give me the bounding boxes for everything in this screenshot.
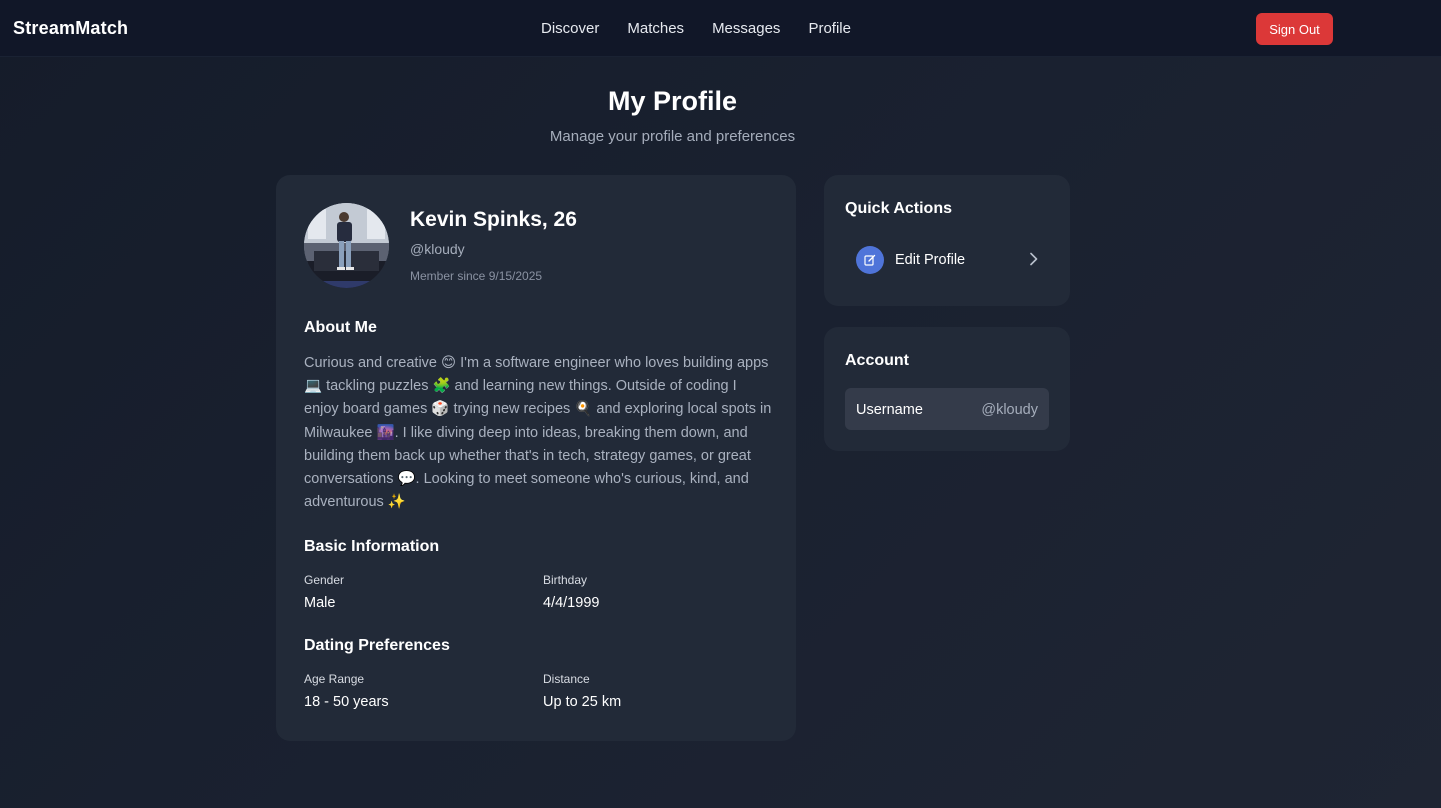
- page-title: My Profile: [607, 86, 738, 116]
- gender-value: Male: [304, 595, 336, 611]
- profile-name-age: Kevin Spinks, 26: [410, 208, 577, 231]
- avatar: [304, 203, 389, 288]
- top-navbar: StreamMatch Discover Matches Messages Pr…: [0, 0, 1441, 57]
- birthday-value: 4/4/1999: [543, 595, 600, 611]
- sign-out-button[interactable]: Sign Out: [1256, 13, 1333, 45]
- brand-logo[interactable]: StreamMatch: [13, 18, 128, 39]
- member-since: Member since 9/15/2025: [410, 269, 543, 283]
- edit-pencil-icon: [856, 246, 884, 274]
- nav-links: Discover Matches Messages Profile: [541, 20, 879, 37]
- edit-profile-button[interactable]: Edit Profile: [845, 238, 1049, 282]
- page-subtitle: Manage your profile and preferences: [549, 128, 796, 145]
- distance-value: Up to 25 km: [543, 694, 622, 710]
- account-heading: Account: [845, 352, 909, 369]
- about-me-heading: About Me: [304, 319, 377, 336]
- account-card: Account Username @kloudy: [824, 327, 1070, 451]
- profile-card: Kevin Spinks, 26 @kloudy Member since 9/…: [276, 175, 796, 741]
- profile-handle: @kloudy: [410, 241, 465, 257]
- nav-item-matches[interactable]: Matches: [627, 20, 684, 37]
- nav-item-profile[interactable]: Profile: [808, 20, 851, 37]
- username-row: Username @kloudy: [845, 388, 1049, 430]
- nav-item-discover[interactable]: Discover: [541, 20, 599, 37]
- birthday-label: Birthday: [543, 573, 588, 587]
- quick-actions-card: Quick Actions Edit Profile: [824, 175, 1070, 306]
- dating-preferences-heading: Dating Preferences: [304, 637, 450, 654]
- age-range-label: Age Range: [304, 672, 365, 686]
- avatar-photo: [304, 203, 389, 288]
- gender-label: Gender: [304, 573, 345, 587]
- chevron-right-icon: [1029, 252, 1039, 271]
- quick-actions-heading: Quick Actions: [845, 200, 952, 217]
- basic-info-heading: Basic Information: [304, 538, 440, 555]
- username-value: @kloudy: [981, 402, 1038, 418]
- nav-item-messages[interactable]: Messages: [712, 20, 780, 37]
- age-range-value: 18 - 50 years: [304, 694, 389, 710]
- username-label: Username: [856, 402, 923, 418]
- about-me-text: Curious and creative 😊 I'm a software en…: [304, 355, 772, 511]
- edit-profile-label: Edit Profile: [895, 252, 966, 268]
- distance-label: Distance: [543, 672, 590, 686]
